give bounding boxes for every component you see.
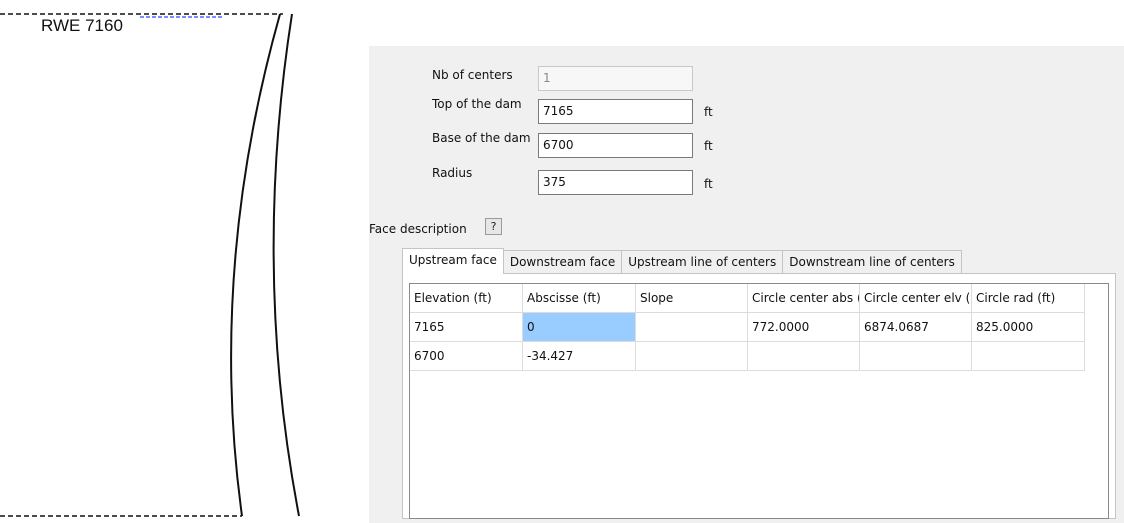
top-dam-field[interactable]: 7165 [538,99,693,124]
radius-label: Radius [432,166,473,180]
header-circle-center-abs[interactable]: Circle center abs ( [748,284,860,313]
upstream-face-curve [230,13,281,517]
nb-centers-field: 1 [538,66,693,91]
header-abscisse[interactable]: Abscisse (ft) [523,284,636,313]
table-cell[interactable] [636,313,748,342]
upstream-face-tab-content: Elevation (ft) Abscisse (ft) Slope Circl… [402,273,1116,519]
base-dam-unit: ft [704,139,713,153]
table-cell[interactable]: 825.0000 [972,313,1085,342]
dam-parameters-panel: Nb of centers 1 Top of the dam 7165 ft B… [369,46,1124,523]
tab-downstream-face[interactable]: Downstream face [502,250,623,274]
tab-upstream-line-of-centers[interactable]: Upstream line of centers [621,250,784,274]
tab-downstream-line-of-centers[interactable]: Downstream line of centers [782,250,962,274]
radius-unit: ft [704,177,713,191]
table-cell[interactable]: 7165 [410,313,523,342]
header-circle-center-elv[interactable]: Circle center elv ( [860,284,972,313]
base-dam-label: Base of the dam [432,131,531,145]
face-data-grid[interactable]: Elevation (ft) Abscisse (ft) Slope Circl… [409,283,1109,519]
table-cell[interactable] [748,342,860,371]
grid-header-row: Elevation (ft) Abscisse (ft) Slope Circl… [410,284,1108,313]
face-tabs: Upstream face Downstream face Upstream l… [402,248,962,274]
table-cell[interactable] [972,342,1085,371]
table-cell[interactable]: 6700 [410,342,523,371]
table-cell[interactable]: 772.0000 [748,313,860,342]
rwe-label: RWE 7160 [41,16,123,35]
top-dam-unit: ft [704,105,713,119]
radius-field[interactable]: 375 [538,170,693,195]
table-row: 7165 0 772.0000 6874.0687 825.0000 [410,313,1108,342]
dam-section-sketch [0,13,300,517]
table-cell-selected[interactable]: 0 [523,313,636,342]
table-row: 6700 -34.427 [410,342,1108,371]
help-button[interactable]: ? [485,218,502,235]
base-dam-field[interactable]: 6700 [538,133,693,158]
table-cell[interactable]: -34.427 [523,342,636,371]
nb-centers-label: Nb of centers [432,68,513,82]
header-slope[interactable]: Slope [636,284,748,313]
top-dam-label: Top of the dam [432,97,522,111]
face-description-label: Face description [369,222,467,236]
header-circle-rad[interactable]: Circle rad (ft) [972,284,1085,313]
tab-upstream-face[interactable]: Upstream face [402,248,504,274]
downstream-face-curve [272,13,300,517]
table-cell[interactable]: 6874.0687 [860,313,972,342]
table-cell[interactable] [636,342,748,371]
header-elevation[interactable]: Elevation (ft) [410,284,523,313]
table-cell[interactable] [860,342,972,371]
